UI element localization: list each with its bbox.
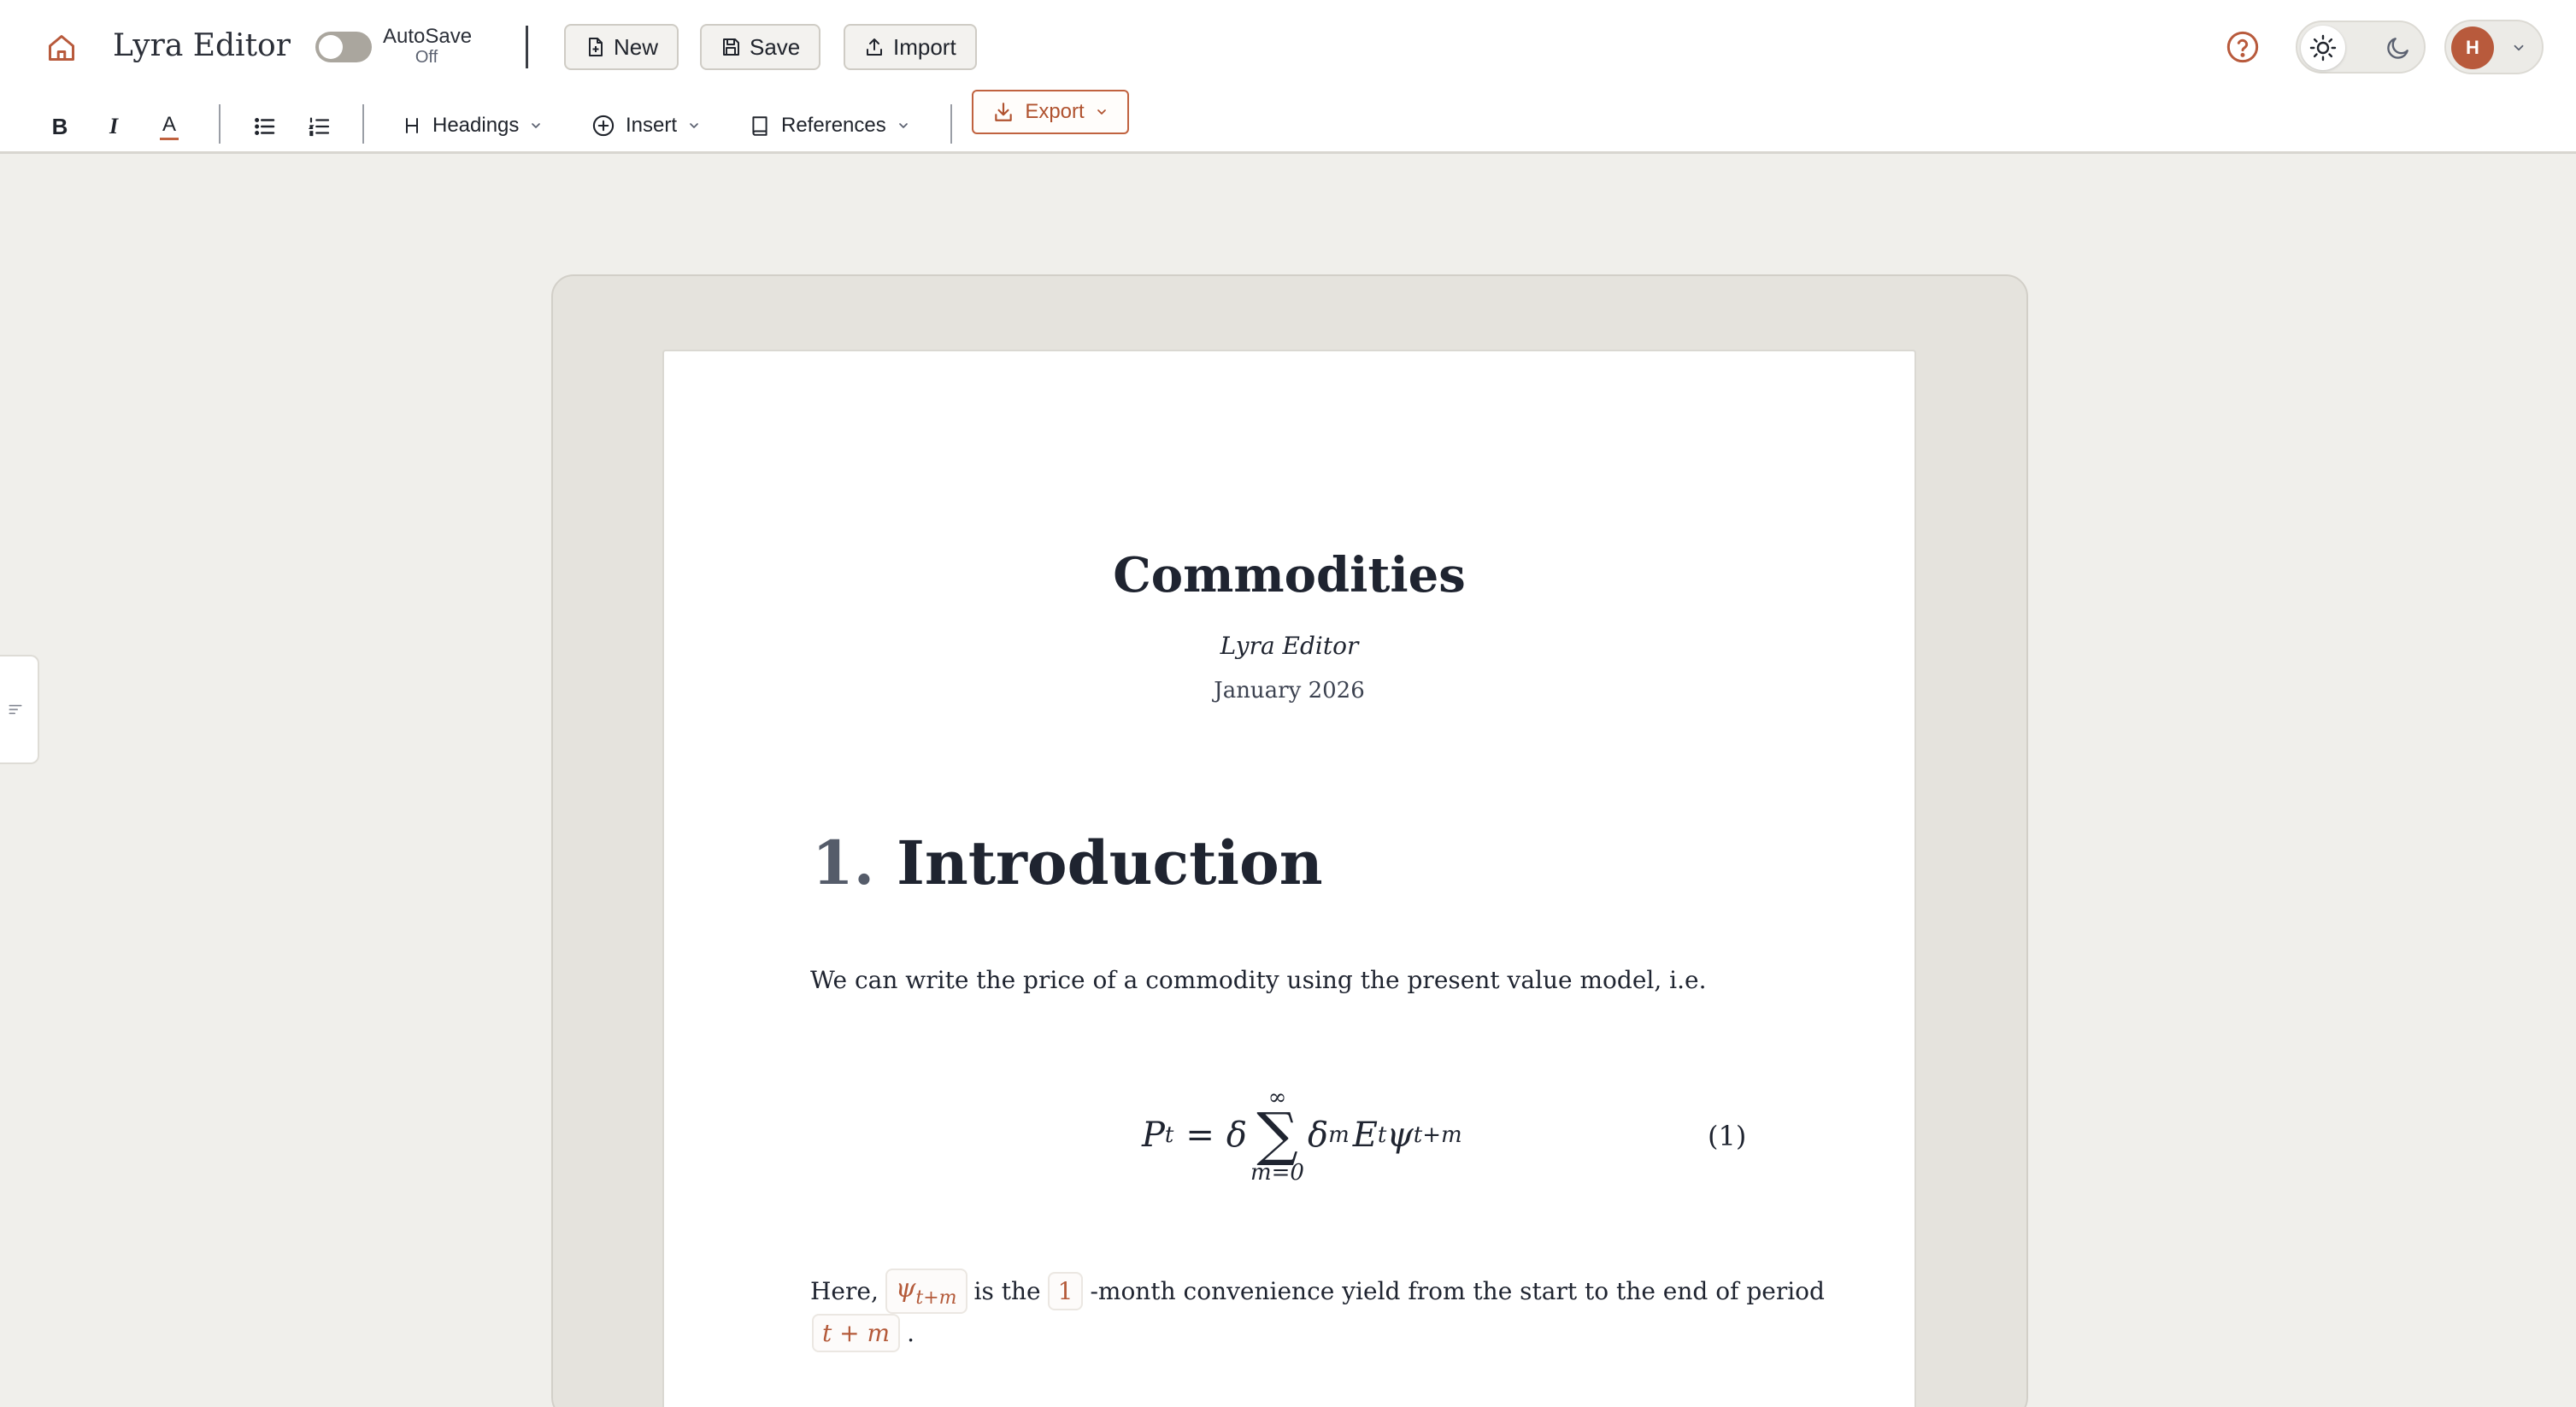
user-menu-button[interactable]: H [2444,20,2544,74]
paragraph: Here, ψt+m is the 1 -month convenience y… [810,1269,1825,1314]
top-toolbar: Lyra Editor AutoSave Off New Save Import… [0,0,2576,154]
plus-circle-icon [591,114,615,138]
paragraph-text: Here, [810,1277,879,1305]
section-number: 1. [812,827,875,898]
text-color-letter: A [162,113,176,136]
download-icon [992,101,1015,123]
app-title: Lyra Editor [113,27,291,63]
headings-label: Headings [432,114,520,137]
floppy-disk-icon [720,37,741,57]
document-date: January 2026 [1214,678,1365,704]
bullet-list-icon[interactable] [248,109,282,144]
chevron-down-icon [687,119,701,132]
paragraph-text: -month convenience yield from the start … [1090,1277,1825,1305]
section-heading: 1. Introduction [812,827,1323,898]
document-author: Lyra Editor [1220,632,1359,660]
home-icon[interactable] [44,31,79,65]
book-icon [749,115,771,137]
toolbar-row-format: B I A Headings Insert References [0,92,2576,154]
save-button-label: Save [750,33,801,60]
chevron-down-icon [1095,105,1109,119]
save-button[interactable]: Save [700,24,821,70]
toggle-knob [319,35,343,59]
theme-switch [2296,21,2426,74]
heading-icon [402,115,422,136]
paragraph-continuation: t + m . [810,1314,915,1352]
import-button[interactable]: Import [844,24,977,70]
insert-menu[interactable]: Insert [591,106,701,145]
upload-icon [864,37,885,57]
chevron-down-icon [529,119,543,132]
divider [362,104,364,144]
file-plus-icon [585,37,605,57]
italic-button[interactable]: I [97,109,131,144]
references-label: References [781,114,886,137]
bold-button[interactable]: B [43,109,77,144]
paragraph-text: . [907,1319,915,1347]
inline-math-chip[interactable]: 1 [1047,1272,1084,1310]
numbered-list-icon[interactable] [303,109,337,144]
new-button[interactable]: New [564,24,679,70]
headings-menu[interactable]: Headings [402,106,543,145]
text-color-button[interactable]: A [152,109,186,144]
section-title: Introduction [897,827,1323,898]
sun-icon[interactable] [2301,26,2345,70]
autosave-state: Off [415,48,438,67]
outline-toggle-tab[interactable] [0,655,39,764]
chevron-down-icon [897,119,910,132]
inline-math-chip[interactable]: t + m [812,1314,901,1352]
document-title: Commodities [1113,547,1466,603]
divider [219,104,221,144]
autosave-label: AutoSave [383,25,473,48]
inline-math-chip[interactable]: ψt+m [885,1269,967,1314]
outline-icon [5,699,26,720]
text-color-swatch [160,138,179,140]
toolbar-row-main: Lyra Editor AutoSave Off New Save Import… [0,0,2576,92]
sum-symbol: ∞ ∑ m=0 [1250,1085,1304,1186]
chevron-down-icon [2511,40,2526,56]
insert-label: Insert [626,114,678,137]
equation-number: (1) [1708,1120,1747,1152]
math-equation[interactable]: Pt = δ ∞ ∑ m=0 δm Et ψ t+m [1142,1084,1462,1186]
import-button-label: Import [893,33,956,60]
export-label: Export [1025,100,1085,123]
avatar: H [2451,26,2494,69]
divider [950,104,952,144]
autosave-toggle[interactable] [315,32,372,62]
paragraph-text: is the [973,1277,1041,1305]
new-button-label: New [614,33,659,60]
paragraph: We can write the price of a commodity us… [810,966,1707,994]
references-menu[interactable]: References [749,106,910,145]
help-circle-icon[interactable] [2226,30,2260,64]
divider [526,26,528,68]
export-button[interactable]: Export [972,90,1129,134]
moon-icon[interactable] [2376,26,2420,70]
